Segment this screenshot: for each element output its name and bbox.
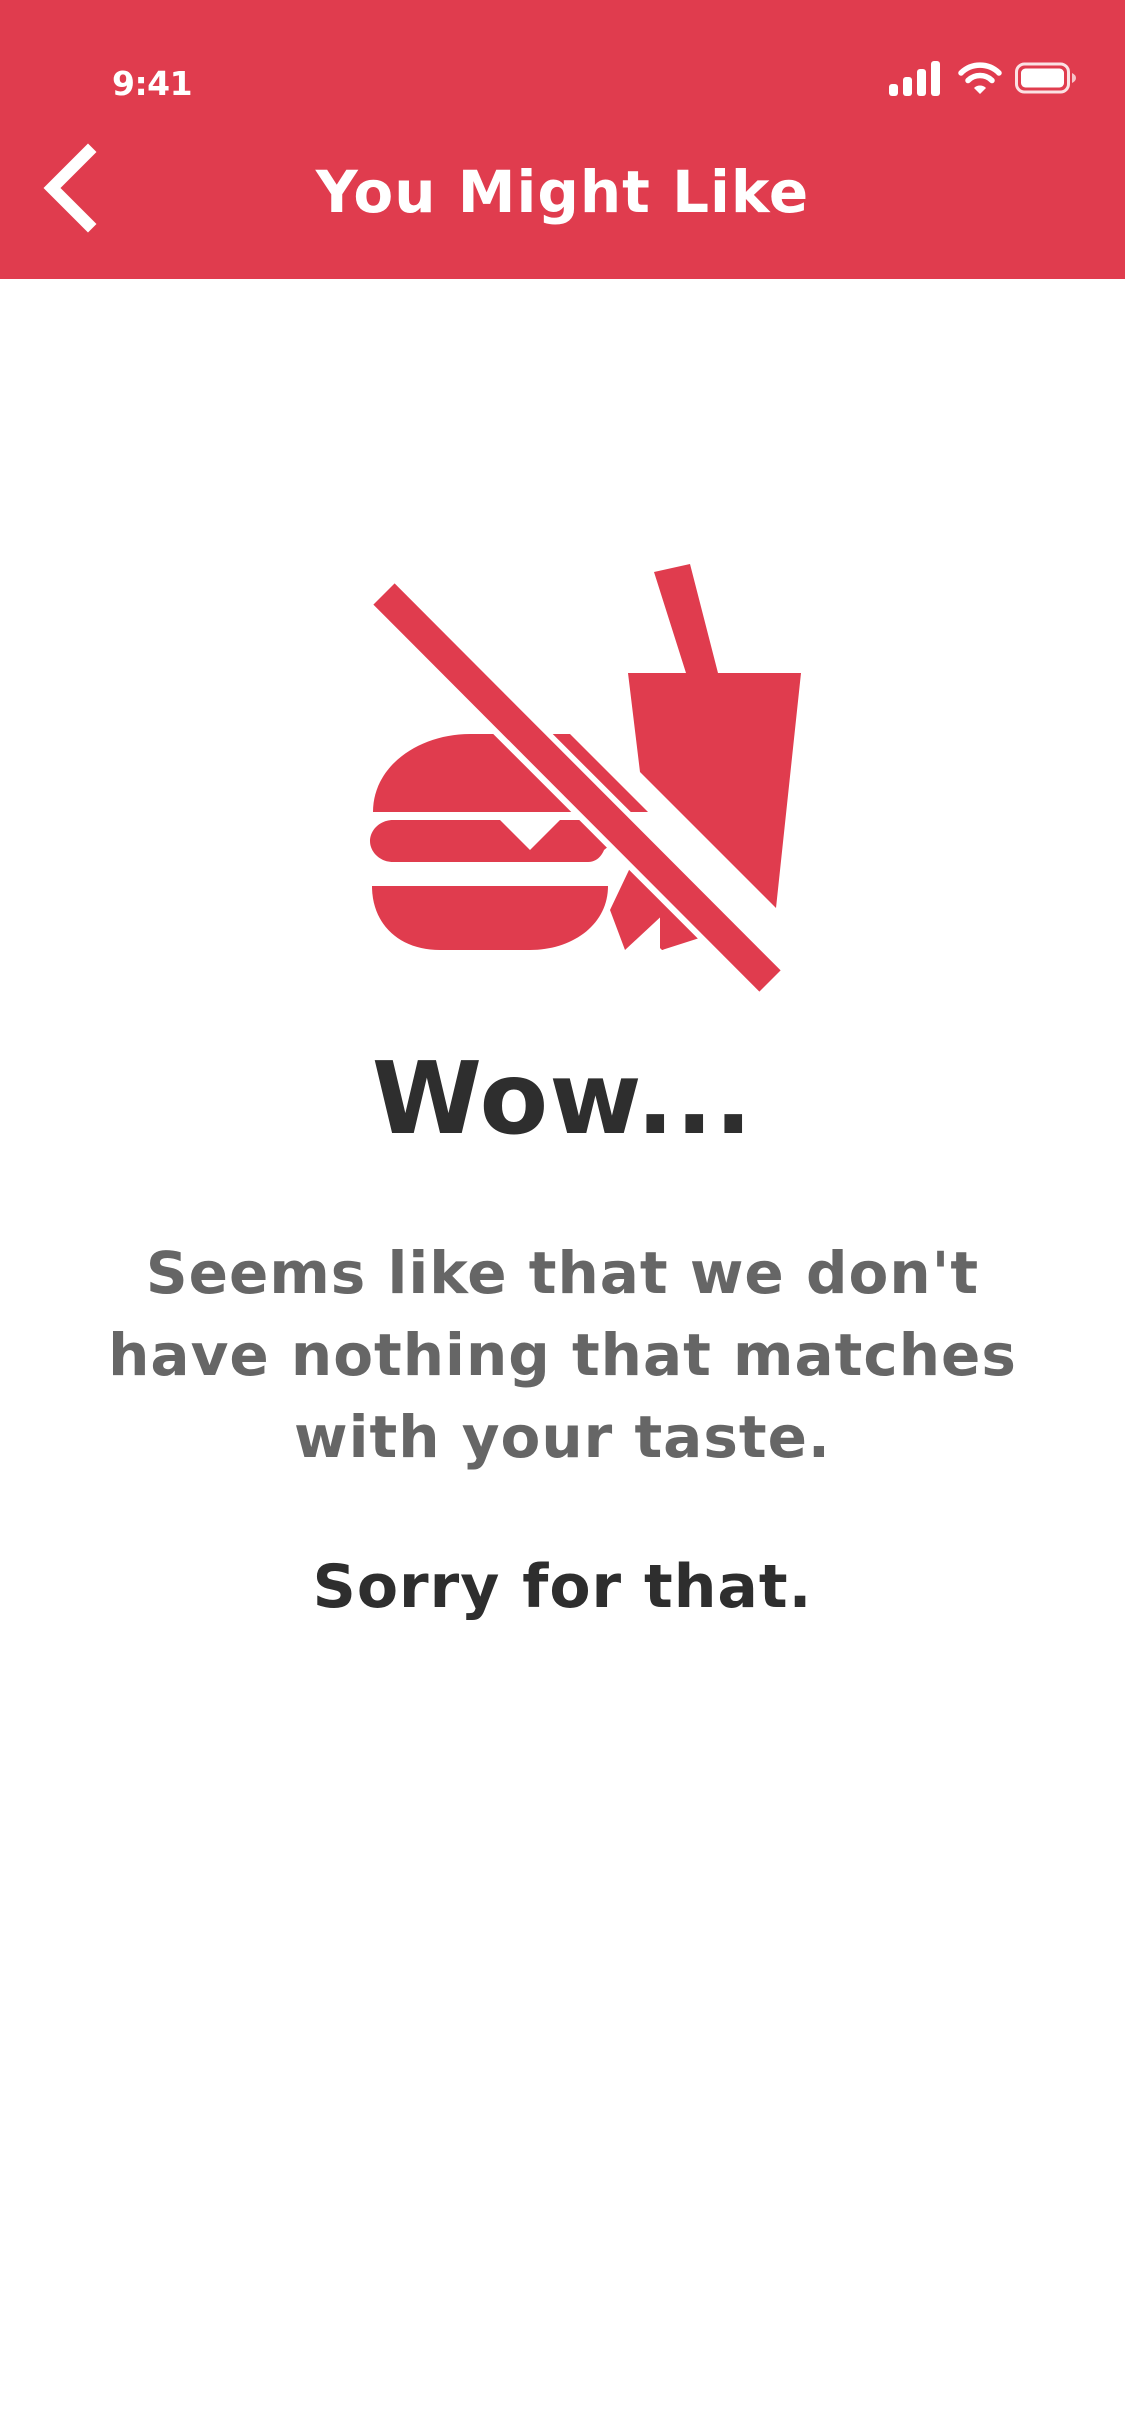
no-food-icon [368, 564, 801, 996]
battery-icon [1015, 62, 1076, 94]
empty-state-apology: Sorry for that. [312, 1552, 813, 1622]
status-time: 9:41 [112, 64, 193, 103]
wifi-icon [958, 62, 1002, 94]
page-title: You Might Like [315, 158, 810, 226]
empty-state-message: Seems like that we don't have nothing th… [108, 1239, 1017, 1471]
status-icons [887, 60, 1077, 96]
signal-icon [889, 61, 940, 96]
header-bar: 9:41 You Might Like [0, 0, 1125, 279]
empty-state-title: Wow... [371, 1040, 754, 1157]
screen: 9:41 You Might Like Wow... Seems like th… [0, 0, 1125, 2436]
